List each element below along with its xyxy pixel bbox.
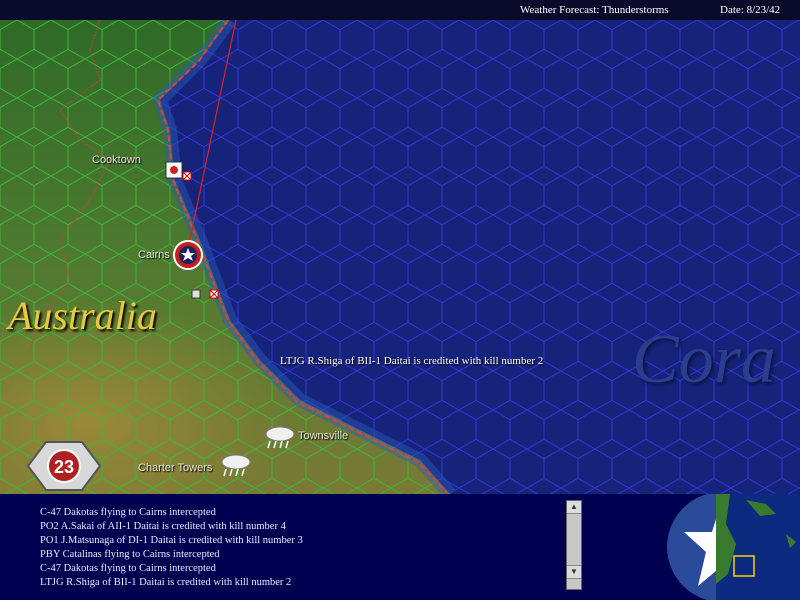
region-label: Australia: [8, 293, 157, 338]
message-list: C-47 Dakotas flying to Cairns intercepte…: [40, 506, 303, 590]
thunderstorm-icon: [265, 426, 295, 449]
minimap-view: [716, 494, 800, 600]
hex-map[interactable]: Australia Cora Cooktown Cairns Townsvill…: [0, 20, 800, 494]
town-cooktown[interactable]: Cooktown: [92, 154, 141, 166]
top-status-bar: Weather Forecast: Thunderstorms Date: 8/…: [0, 0, 800, 20]
town-townsville[interactable]: Townsville: [298, 430, 348, 442]
town-cairns[interactable]: Cairns: [138, 249, 170, 261]
unit-badge-number: 23: [54, 457, 74, 477]
message-log-panel: C-47 Dakotas flying to Cairns intercepte…: [0, 494, 716, 600]
log-scrollbar[interactable]: ▲ ▼: [566, 500, 582, 590]
thunderstorm-icon: [221, 454, 251, 477]
message-item: PO2 A.Sakai of AII-1 Daitai is credited …: [40, 521, 286, 532]
scroll-down-icon[interactable]: ▼: [567, 565, 581, 579]
message-item: C-47 Dakotas flying to Cairns intercepte…: [40, 563, 216, 574]
sea-label: Cora: [632, 321, 776, 398]
scroll-up-icon[interactable]: ▲: [567, 501, 581, 514]
map-terrain: [0, 20, 800, 494]
us-star-emblem-icon: [667, 494, 720, 600]
message-item: C-47 Dakotas flying to Cairns intercepte…: [40, 507, 216, 518]
allied-airbase-star-icon[interactable]: [172, 238, 206, 272]
weather-forecast: Weather Forecast: Thunderstorms: [520, 4, 669, 16]
message-item: PBY Catalinas flying to Cairns intercept…: [40, 549, 220, 560]
japanese-airbase-icon[interactable]: [164, 158, 194, 186]
unit-badge-icon[interactable]: 23: [26, 438, 102, 494]
minimap[interactable]: [716, 494, 800, 600]
combat-message: LTJG R.Shiga of BII-1 Daitai is credited…: [280, 355, 544, 367]
message-item: LTJG R.Shiga of BII-1 Daitai is credited…: [40, 577, 292, 588]
airfield-markers-icon: [191, 289, 219, 299]
game-date: Date: 8/23/42: [720, 4, 781, 16]
message-item: PO1 J.Matsunaga of DI-1 Daitai is credit…: [40, 535, 303, 546]
town-charter-towers[interactable]: Charter Towers: [138, 462, 212, 474]
